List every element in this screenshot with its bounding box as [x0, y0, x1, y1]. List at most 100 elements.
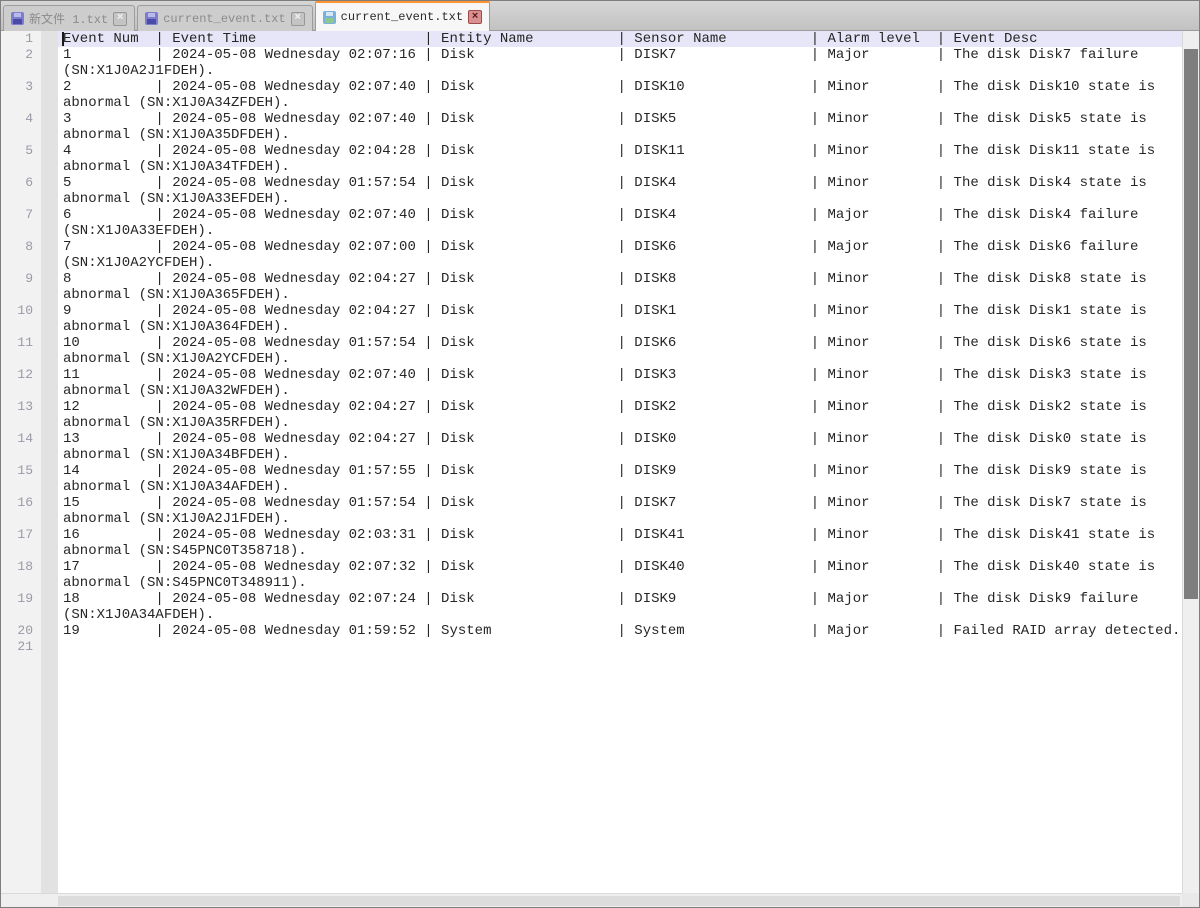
line-text[interactable]: 12 | 2024-05-08 Wednesday 02:04:27 | Dis…	[58, 399, 1199, 431]
text-editor-window: 新文件 1.txt×current_event.txt×current_even…	[0, 0, 1200, 908]
editor-line: 15 14 | 2024-05-08 Wednesday 01:57:55 | D…	[1, 463, 1199, 495]
line-number: 14	[1, 431, 41, 463]
editor-line: 4 3 | 2024-05-08 Wednesday 02:07:40 | Dis…	[1, 111, 1199, 143]
editor-line: 7 6 | 2024-05-08 Wednesday 02:07:40 | Dis…	[1, 207, 1199, 239]
line-number: 5	[1, 143, 41, 175]
fold-margin-cell	[41, 239, 58, 271]
close-icon[interactable]: ×	[468, 10, 482, 24]
horizontal-scrollbar-thumb[interactable]	[58, 896, 1180, 906]
line-text[interactable]: 3 | 2024-05-08 Wednesday 02:07:40 | Disk…	[58, 111, 1199, 143]
line-number: 1	[1, 31, 41, 47]
line-number: 10	[1, 303, 41, 335]
line-text[interactable]: 19 | 2024-05-08 Wednesday 01:59:52 | Sys…	[58, 623, 1199, 639]
text-caret	[62, 32, 64, 46]
line-number: 8	[1, 239, 41, 271]
fold-margin-cell	[41, 143, 58, 175]
fold-margin-cell	[41, 495, 58, 527]
fold-margin-cell	[41, 31, 58, 47]
editor-line: 16 15 | 2024-05-08 Wednesday 01:57:54 | D…	[1, 495, 1199, 527]
tab-label: current_event.txt	[341, 10, 463, 24]
vertical-scrollbar-thumb[interactable]	[1184, 49, 1198, 599]
line-text[interactable]	[58, 639, 1199, 655]
editor-line: 9 8 | 2024-05-08 Wednesday 02:04:27 | Dis…	[1, 271, 1199, 303]
line-number: 12	[1, 367, 41, 399]
line-number: 21	[1, 639, 41, 655]
line-text[interactable]: 4 | 2024-05-08 Wednesday 02:04:28 | Disk…	[58, 143, 1199, 175]
editor-line: 10 9 | 2024-05-08 Wednesday 02:04:27 | Di…	[1, 303, 1199, 335]
fold-margin-cell	[41, 79, 58, 111]
editor-line: 12 11 | 2024-05-08 Wednesday 02:07:40 | D…	[1, 367, 1199, 399]
line-text[interactable]: 10 | 2024-05-08 Wednesday 01:57:54 | Dis…	[58, 335, 1199, 367]
tab-label: 新文件 1.txt	[29, 10, 108, 27]
horizontal-scrollbar[interactable]	[1, 893, 1182, 907]
fold-margin-cell	[41, 111, 58, 143]
line-text[interactable]: 9 | 2024-05-08 Wednesday 02:04:27 | Disk…	[58, 303, 1199, 335]
line-text[interactable]: 13 | 2024-05-08 Wednesday 02:04:27 | Dis…	[58, 431, 1199, 463]
line-text[interactable]: 11 | 2024-05-08 Wednesday 02:07:40 | Dis…	[58, 367, 1199, 399]
line-number: 11	[1, 335, 41, 367]
line-number: 7	[1, 207, 41, 239]
line-number: 16	[1, 495, 41, 527]
editor-line: 14 13 | 2024-05-08 Wednesday 02:04:27 | D…	[1, 431, 1199, 463]
line-text[interactable]: 6 | 2024-05-08 Wednesday 02:07:40 | Disk…	[58, 207, 1199, 239]
line-text[interactable]: 1 | 2024-05-08 Wednesday 02:07:16 | Disk…	[58, 47, 1199, 79]
fold-margin-cell	[41, 207, 58, 239]
close-icon[interactable]: ×	[113, 12, 127, 26]
line-text[interactable]: 16 | 2024-05-08 Wednesday 02:03:31 | Dis…	[58, 527, 1199, 559]
line-number: 6	[1, 175, 41, 207]
floppy-disk-icon	[11, 12, 24, 25]
line-text[interactable]: 8 | 2024-05-08 Wednesday 02:04:27 | Disk…	[58, 271, 1199, 303]
tab-active-3[interactable]: current_event.txt ×	[315, 0, 490, 31]
fold-margin-cell	[41, 527, 58, 559]
line-text[interactable]: 2 | 2024-05-08 Wednesday 02:07:40 | Disk…	[58, 79, 1199, 111]
vertical-scrollbar[interactable]	[1182, 31, 1199, 893]
fold-margin-cell	[41, 431, 58, 463]
current-line-text[interactable]: Event Num | Event Time | Entity Name | S…	[58, 31, 1199, 47]
line-text[interactable]: 18 | 2024-05-08 Wednesday 02:07:24 | Dis…	[58, 591, 1199, 623]
line-text[interactable]: 5 | 2024-05-08 Wednesday 01:57:54 | Disk…	[58, 175, 1199, 207]
line-number: 17	[1, 527, 41, 559]
editor-area[interactable]: 1 Event Num | Event Time | Entity Name | …	[1, 31, 1199, 907]
editor-line: 3 2 | 2024-05-08 Wednesday 02:07:40 | Dis…	[1, 79, 1199, 111]
fold-margin-cell	[41, 399, 58, 431]
fold-margin-cell	[41, 367, 58, 399]
floppy-disk-icon	[145, 12, 158, 25]
editor-line: 17 16 | 2024-05-08 Wednesday 02:03:31 | D…	[1, 527, 1199, 559]
line-number: 18	[1, 559, 41, 591]
fold-margin-cell	[41, 623, 58, 639]
text-content: 1 Event Num | Event Time | Entity Name | …	[1, 31, 1199, 655]
fold-margin-cell	[41, 463, 58, 495]
line-number: 15	[1, 463, 41, 495]
floppy-disk-icon	[323, 11, 336, 24]
fold-margin-cell	[41, 303, 58, 335]
tab-2[interactable]: current_event.txt ×	[137, 5, 312, 31]
line-text[interactable]: 17 | 2024-05-08 Wednesday 02:07:32 | Dis…	[58, 559, 1199, 591]
tab-1[interactable]: 新文件 1.txt ×	[3, 5, 135, 31]
line-number: 4	[1, 111, 41, 143]
line-number: 2	[1, 47, 41, 79]
editor-line: 20 19 | 2024-05-08 Wednesday 01:59:52 | S…	[1, 623, 1199, 639]
editor-line: 19 18 | 2024-05-08 Wednesday 02:07:24 | D…	[1, 591, 1199, 623]
editor-line: 1 Event Num | Event Time | Entity Name | …	[1, 31, 1199, 47]
line-text[interactable]: 7 | 2024-05-08 Wednesday 02:07:00 | Disk…	[58, 239, 1199, 271]
line-number: 3	[1, 79, 41, 111]
tab-bar: 新文件 1.txt×current_event.txt×current_even…	[1, 1, 1199, 31]
fold-margin-cell	[41, 559, 58, 591]
line-number: 20	[1, 623, 41, 639]
fold-margin-cell	[41, 271, 58, 303]
fold-margin-cell	[41, 335, 58, 367]
editor-line: 11 10 | 2024-05-08 Wednesday 01:57:54 | D…	[1, 335, 1199, 367]
editor-line: 8 7 | 2024-05-08 Wednesday 02:07:00 | Dis…	[1, 239, 1199, 271]
editor-line: 21	[1, 639, 1199, 655]
fold-margin-cell	[41, 47, 58, 79]
editor-line: 18 17 | 2024-05-08 Wednesday 02:07:32 | D…	[1, 559, 1199, 591]
line-text[interactable]: 15 | 2024-05-08 Wednesday 01:57:54 | Dis…	[58, 495, 1199, 527]
tab-label: current_event.txt	[163, 12, 285, 26]
line-text[interactable]: 14 | 2024-05-08 Wednesday 01:57:55 | Dis…	[58, 463, 1199, 495]
scrollbar-corner	[1182, 893, 1199, 907]
line-number: 19	[1, 591, 41, 623]
fold-margin-cell	[41, 591, 58, 623]
editor-line: 2 1 | 2024-05-08 Wednesday 02:07:16 | Dis…	[1, 47, 1199, 79]
line-number: 9	[1, 271, 41, 303]
close-icon[interactable]: ×	[291, 12, 305, 26]
